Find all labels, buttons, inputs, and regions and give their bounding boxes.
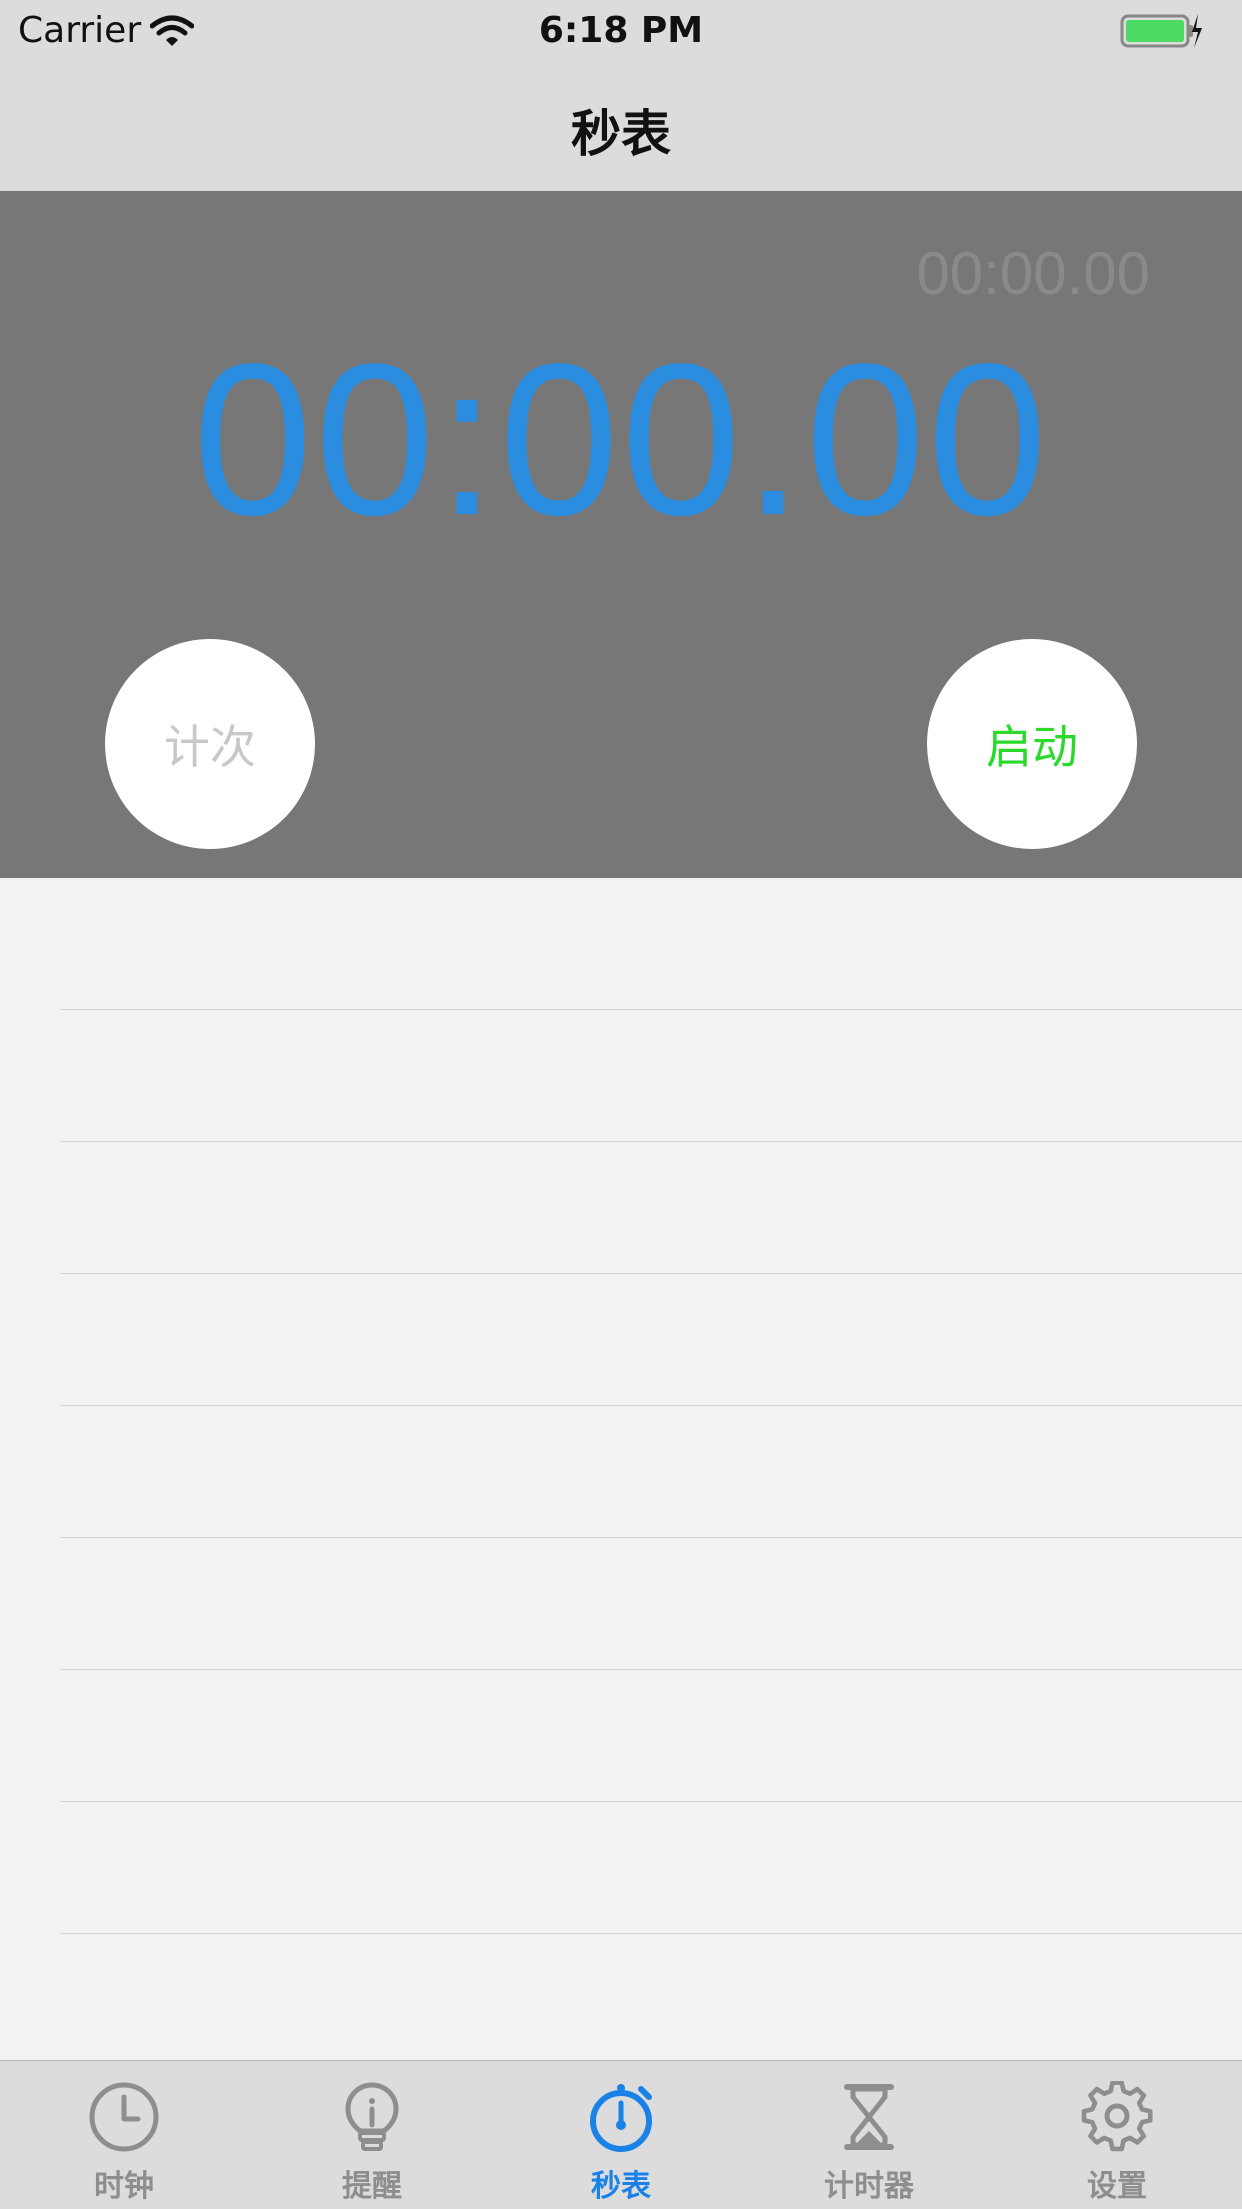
tab-label: 计时器: [824, 2169, 914, 2204]
tab-timer[interactable]: 计时器: [745, 2061, 993, 2209]
gear-icon: [1081, 2081, 1153, 2152]
list-item: [60, 1142, 1242, 1274]
tab-stopwatch[interactable]: 秒表: [497, 2061, 745, 2209]
stopwatch-icon: [590, 2084, 652, 2152]
lap-time-display: 00:00.00: [916, 240, 1150, 307]
tab-label: 设置: [1087, 2169, 1147, 2204]
tab-reminder[interactable]: 提醒: [248, 2061, 496, 2209]
start-button[interactable]: 启动: [927, 639, 1137, 849]
status-bar: Carrier 6:18 PM: [0, 0, 1242, 62]
navigation-bar: 秒表: [0, 62, 1242, 192]
status-time: 6:18 PM: [538, 10, 704, 51]
list-item: [60, 1010, 1242, 1142]
tab-bar: 时钟 提醒 秒表 计时器 设置: [0, 2060, 1242, 2209]
stopwatch-panel: 00:00.00 00:00.00 计次 启动: [0, 191, 1242, 878]
clock-icon: [89, 2082, 159, 2152]
list-item: [60, 1802, 1242, 1934]
laps-list: [0, 878, 1242, 2060]
lap-button[interactable]: 计次: [105, 639, 315, 849]
battery-charging-icon: [1120, 14, 1202, 48]
list-item: [60, 1538, 1242, 1670]
tab-label: 秒表: [591, 2169, 651, 2204]
tab-settings[interactable]: 设置: [993, 2061, 1241, 2209]
list-item: [60, 1274, 1242, 1406]
tab-label: 提醒: [342, 2169, 402, 2204]
lightbulb-icon: [345, 2082, 399, 2151]
hourglass-icon: [844, 2084, 894, 2150]
page-title: 秒表: [571, 105, 671, 163]
tab-clock[interactable]: 时钟: [0, 2061, 248, 2209]
main-time-display: 00:00.00: [192, 318, 1050, 560]
tab-label: 时钟: [94, 2169, 154, 2204]
list-item: [60, 1406, 1242, 1538]
list-item: [60, 878, 1242, 1010]
list-item: [60, 1670, 1242, 1802]
